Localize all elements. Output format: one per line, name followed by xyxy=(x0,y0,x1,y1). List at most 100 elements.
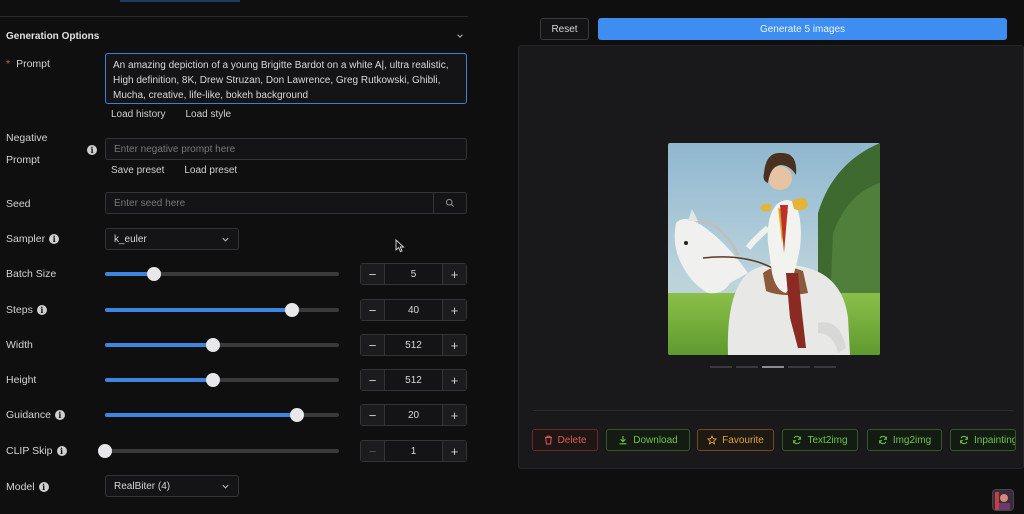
guidance-value[interactable]: 20 xyxy=(384,405,443,425)
clip-skip-value[interactable]: 1 xyxy=(384,441,443,461)
steps-increment-button[interactable]: + xyxy=(443,300,466,320)
negative-prompt-label: Negative xyxy=(6,132,47,144)
steps-label: Steps i xyxy=(6,304,47,316)
batch-size-increment-button[interactable]: + xyxy=(443,264,466,284)
prompt-label-text: Prompt xyxy=(16,58,50,70)
steps-value[interactable]: 40 xyxy=(384,300,443,320)
steps-decrement-button[interactable]: − xyxy=(361,300,384,320)
guidance-info-icon[interactable]: i xyxy=(54,410,65,420)
top-tab-indicator xyxy=(120,0,240,2)
chevron-down-icon[interactable] xyxy=(456,32,464,40)
steps-slider[interactable] xyxy=(105,303,339,317)
guidance-slider-thumb[interactable] xyxy=(289,408,304,422)
batch-size-value[interactable]: 5 xyxy=(384,264,443,284)
avatar-image xyxy=(993,490,1013,510)
sampler-select[interactable]: k_euler xyxy=(105,228,239,250)
batch-size-slider[interactable] xyxy=(105,267,339,281)
height-slider[interactable] xyxy=(105,373,339,387)
guidance-stepper: −20 + xyxy=(360,404,467,426)
height-decrement-button[interactable]: − xyxy=(361,370,384,390)
prompt-links: Load history Load style xyxy=(111,109,231,120)
generate-button[interactable]: Generate 5 images xyxy=(598,18,1007,40)
model-select[interactable]: RealBiter (4) xyxy=(105,475,239,497)
width-slider[interactable] xyxy=(105,338,339,352)
steps-slider-thumb[interactable] xyxy=(285,303,300,317)
required-mark: * xyxy=(6,58,11,70)
width-label-text: Width xyxy=(6,339,33,351)
height-slider-fill xyxy=(105,378,213,382)
generated-image[interactable] xyxy=(668,143,880,355)
section-title: Generation Options xyxy=(6,30,100,42)
load-preset-link[interactable]: Load preset xyxy=(184,165,237,176)
height-value[interactable]: 512 xyxy=(384,370,443,390)
inpainting-button[interactable]: Inpainting xyxy=(950,429,1016,451)
width-decrement-button[interactable]: − xyxy=(361,335,384,355)
height-stepper: −512 + xyxy=(360,369,467,391)
clip-skip-slider-thumb[interactable] xyxy=(98,444,112,458)
height-increment-button[interactable]: + xyxy=(443,370,466,390)
top-divider xyxy=(0,16,468,17)
seed-label: Seed xyxy=(6,198,31,210)
steps-slider-fill xyxy=(105,308,293,312)
carousel-dot[interactable] xyxy=(710,366,732,368)
guidance-decrement-button[interactable]: − xyxy=(361,405,384,425)
negative-prompt-input[interactable] xyxy=(105,138,467,160)
height-label-text: Height xyxy=(6,374,37,386)
prompt-textarea[interactable]: An amazing depiction of a young Brigitte… xyxy=(105,53,467,104)
width-slider-fill xyxy=(105,343,213,347)
img2img-label: Img2img xyxy=(892,434,932,446)
img2img-button[interactable]: Img2img xyxy=(867,429,942,451)
panel-divider xyxy=(533,410,1013,411)
carousel-dot[interactable] xyxy=(814,366,836,368)
negative-prompt-info-icon[interactable]: i xyxy=(87,145,97,155)
batch-size-stepper: −5 + xyxy=(360,263,467,285)
generated-image-picture xyxy=(668,143,880,355)
sampler-info-icon[interactable]: i xyxy=(49,234,60,244)
download-button[interactable]: Download xyxy=(606,429,690,451)
batch-size-decrement-button[interactable]: − xyxy=(361,264,384,284)
inpainting-label: Inpainting xyxy=(974,434,1016,446)
guidance-increment-button[interactable]: + xyxy=(443,405,466,425)
width-increment-button[interactable]: + xyxy=(443,335,466,355)
text2img-button[interactable]: Text2img xyxy=(782,429,858,451)
sampler-label: Sampler i xyxy=(6,233,60,245)
seed-input[interactable] xyxy=(106,193,433,213)
batch-size-slider-thumb[interactable] xyxy=(147,267,162,281)
carousel-dot[interactable] xyxy=(788,366,810,368)
clip-skip-info-icon[interactable]: i xyxy=(56,446,67,456)
model-info-icon[interactable]: i xyxy=(38,482,49,492)
generation-options-header[interactable]: Generation Options xyxy=(6,29,464,43)
prompt-label: * Prompt xyxy=(6,58,50,70)
height-slider-thumb[interactable] xyxy=(205,373,220,387)
guidance-label: Guidance i xyxy=(6,409,65,421)
clip-skip-label: CLIP Skip i xyxy=(6,445,67,457)
save-preset-link[interactable]: Save preset xyxy=(111,165,164,176)
favourite-button[interactable]: Favourite xyxy=(697,429,774,451)
clip-skip-slider[interactable] xyxy=(98,444,339,458)
refresh-icon xyxy=(793,435,802,445)
favourite-label: Favourite xyxy=(722,434,764,446)
load-style-link[interactable]: Load style xyxy=(185,109,231,120)
negative-prompt-label-2: Prompt xyxy=(6,154,40,166)
refresh-icon xyxy=(878,435,887,445)
delete-button[interactable]: Delete xyxy=(532,429,598,451)
reset-button[interactable]: Reset xyxy=(540,18,589,40)
guidance-slider[interactable] xyxy=(105,408,339,422)
carousel-dot[interactable] xyxy=(736,366,758,368)
clip-skip-decrement-button[interactable]: − xyxy=(361,441,384,461)
sampler-label-text: Sampler xyxy=(6,233,46,245)
clip-skip-stepper: −1 + xyxy=(360,440,467,462)
carousel-dot-active[interactable] xyxy=(762,366,784,368)
steps-info-icon[interactable]: i xyxy=(36,305,47,315)
model-label: Model i xyxy=(6,481,49,493)
avatar[interactable] xyxy=(992,489,1014,511)
load-history-link[interactable]: Load history xyxy=(111,109,165,120)
chevron-down-icon xyxy=(222,237,229,242)
seed-search-button[interactable] xyxy=(433,193,466,213)
text2img-label: Text2img xyxy=(807,434,848,446)
clip-skip-increment-button[interactable]: + xyxy=(443,441,466,461)
width-value[interactable]: 512 xyxy=(384,335,443,355)
batch-size-label: Batch Size xyxy=(6,268,56,280)
width-slider-thumb[interactable] xyxy=(205,338,220,352)
width-label: Width xyxy=(6,339,33,351)
